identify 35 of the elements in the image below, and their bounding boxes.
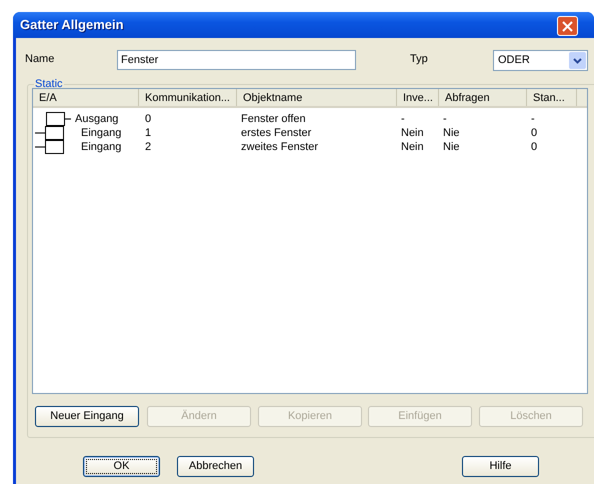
column-header[interactable]: Objektname xyxy=(237,89,397,106)
close-button[interactable] xyxy=(557,16,578,36)
dialog-button[interactable]: Abbrechen xyxy=(177,456,254,477)
table-cell-text: 0 xyxy=(144,112,152,126)
table-cell-text: Nein xyxy=(400,126,425,140)
table-cell-text: 0 xyxy=(530,126,538,140)
table-cell-text: Fenster offen xyxy=(240,112,307,126)
field-label: Typ xyxy=(410,52,428,67)
table-cell-text: erstes Fenster xyxy=(240,126,312,140)
table-cell: Eingang xyxy=(81,126,122,140)
table-cell-text: 2 xyxy=(144,140,152,154)
table-cell: Ausgang xyxy=(75,112,118,126)
table-cell-text: - xyxy=(442,112,448,126)
field-label: Name xyxy=(25,52,54,67)
name-field[interactable]: Fenster xyxy=(117,50,356,70)
dialog-button[interactable]: Hilfe xyxy=(462,456,539,477)
table-cell-text: - xyxy=(530,112,536,126)
column-header[interactable]: Kommunikation... xyxy=(139,89,237,106)
type-dropdown[interactable]: ODER xyxy=(493,50,588,71)
table-cell-text: Nein xyxy=(400,140,425,154)
column-header[interactable]: Abfragen xyxy=(439,89,527,106)
close-icon xyxy=(562,20,573,32)
column-header[interactable]: E/A xyxy=(33,89,139,106)
table-cell-text: 1 xyxy=(144,126,152,140)
list-button[interactable]: Neuer Eingang xyxy=(35,406,139,427)
column-header[interactable]: Inve... xyxy=(397,89,439,106)
table-cell-text: 0 xyxy=(530,140,538,154)
table-cell-text: - xyxy=(400,112,406,126)
table-cell: Eingang xyxy=(81,140,122,154)
column-header[interactable]: Stan... xyxy=(527,89,577,106)
dialog-button[interactable]: OK xyxy=(83,456,160,477)
table-cell-text: Nie xyxy=(442,140,461,154)
table-cell-text: zweites Fenster xyxy=(240,140,320,154)
table-cell-text: Nie xyxy=(442,126,461,140)
window-title: Gatter Allgemein xyxy=(20,16,124,34)
